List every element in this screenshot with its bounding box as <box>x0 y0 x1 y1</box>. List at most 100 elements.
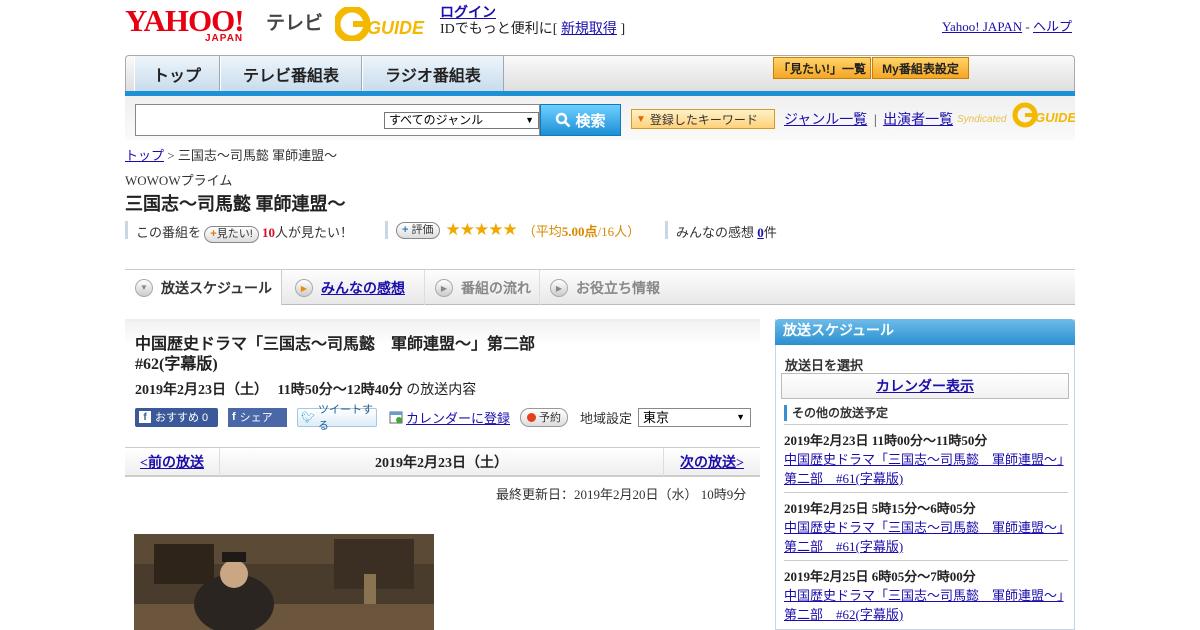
login-link[interactable]: ログイン <box>440 6 496 21</box>
svg-text:Syndicated: Syndicated <box>957 114 1007 125</box>
want-count: 10 <box>262 225 276 240</box>
facebook-recommend-button[interactable]: f おすすめ 0 <box>135 407 218 427</box>
calendar-icon <box>389 411 403 424</box>
broadcast-link[interactable]: 中国歴史ドラマ「三国志～司馬懿 軍師連盟～」第二部 #62(字幕版) <box>784 588 1064 622</box>
broadcast-time: 2019年2月25日 6時05分～7時00分 <box>784 569 976 584</box>
calendar-view-button[interactable]: カレンダー表示 <box>781 373 1069 399</box>
broadcast-time: 2019年2月23日 11時00分～11時50分 <box>784 433 988 448</box>
top-links: Yahoo! JAPAN - ヘルプ <box>942 16 1072 35</box>
signup-link[interactable]: 新規取得 <box>561 22 617 37</box>
performer-list-link[interactable]: 出演者一覧 <box>883 113 953 128</box>
registered-keywords-button[interactable]: ▼ 登録したキーワード <box>631 109 775 129</box>
tweet-button[interactable]: 🐦︎ ツイートする <box>297 404 377 432</box>
facebook-icon: f <box>232 411 236 423</box>
want-button[interactable]: +見たい! <box>204 226 259 243</box>
want-group: この番組を +見たい! 10人が見たい！ <box>136 222 353 243</box>
broadcast-pager: <前の放送 2019年2月23日（土） 次の放送> <box>125 447 760 477</box>
search-button[interactable]: 検索 <box>540 104 621 136</box>
chevron-down-icon: ▼ <box>736 411 746 422</box>
help-link[interactable]: ヘルプ <box>1033 19 1072 34</box>
rating-avg-score: 5.00点 <box>561 223 598 239</box>
japan-logo-text: JAPAN <box>205 33 244 44</box>
episode-time: 11時50分～12時40分 <box>277 383 403 398</box>
signup-close: ] <box>620 22 626 37</box>
want-suffix: 人が見たい！ <box>275 225 354 240</box>
nav-tab-top[interactable]: トップ <box>134 56 220 91</box>
tv-logo-label[interactable]: テレビ <box>266 8 323 35</box>
reviews-suffix: 件 <box>763 225 777 240</box>
triangle-down-icon: ▼ <box>636 113 646 125</box>
want-button-label: 見たい! <box>216 228 253 240</box>
episode-datetime: 2019年2月23日（土） 11時50分～12時40分 の放送内容 <box>135 379 476 399</box>
page-title: 三国志～司馬懿 軍師連盟～ <box>125 194 346 214</box>
breadcrumb-top-link[interactable]: トップ <box>125 148 164 163</box>
meta-separator <box>125 221 128 239</box>
current-broadcast-date: 2019年2月23日（土） <box>375 456 508 471</box>
genre-list-link[interactable]: ジャンル一覧 <box>784 113 867 128</box>
sidebar-title: 放送スケジュール <box>775 319 1075 345</box>
region-select[interactable]: 東京 ▼ <box>638 407 752 427</box>
svg-text:GUIDE: GUIDE <box>1035 110 1075 125</box>
episode-title: 中国歴史ドラマ「三国志～司馬懿 軍師連盟～」第二部 #62(字幕版) <box>135 336 536 373</box>
program-tabs: ▼ 放送スケジュール ▶ みんなの感想 ▶ 番組の流れ ▶ お役立ち情報 <box>125 269 1075 305</box>
reserve-button[interactable]: 予約 <box>520 407 569 427</box>
rating-stars: ★★★★★ <box>445 220 518 239</box>
episode-photo <box>134 534 434 630</box>
tab-program-flow-label: 番組の流れ <box>461 281 531 297</box>
search-icon <box>556 112 571 128</box>
facebook-share-button[interactable]: f シェア <box>228 407 287 427</box>
region-select-value: 東京 <box>643 409 670 425</box>
main-nav: トップ テレビ番組表 ラジオ番組表 「見たい!」一覧 My番組表設定 <box>125 55 1075 91</box>
record-icon <box>527 412 537 422</box>
genre-select[interactable]: すべてのジャンル ▼ <box>384 112 539 129</box>
want-list-button[interactable]: 「見たい!」一覧 <box>773 57 871 79</box>
rate-button[interactable]: + 評価 <box>396 221 440 239</box>
list-links-pipe: | <box>873 113 877 128</box>
rating-avg-label: （平均 <box>522 223 562 239</box>
calendar-register[interactable]: カレンダーに登録 <box>389 408 510 427</box>
registered-keywords-label: 登録したキーワード <box>649 112 758 127</box>
my-schedule-button[interactable]: My番組表設定 <box>872 57 969 79</box>
facebook-recommend-label: おすすめ 0 <box>155 412 209 424</box>
play-icon: ▶ <box>435 278 453 297</box>
share-row: f おすすめ 0 f シェア 🐦︎ ツイートする カレンダーに登録 予約 地域設… <box>135 404 752 432</box>
rating-avg-count: /16人） <box>597 223 641 239</box>
chevron-down-icon: ▼ <box>525 115 534 125</box>
next-broadcast-link[interactable]: 次の放送> <box>680 452 744 472</box>
region-label: 地域設定 <box>580 410 633 426</box>
broadcast-link[interactable]: 中国歴史ドラマ「三国志～司馬懿 軍師連盟～」第二部 #61(字幕版) <box>784 452 1064 486</box>
prev-broadcast-link[interactable]: <前の放送 <box>140 452 204 472</box>
program-meta-row: この番組を +見たい! 10人が見たい！ + 評価 ★★★★★ （平均 5.00点… <box>125 218 1075 243</box>
reviews-group: みんなの感想 0件 <box>676 222 777 241</box>
signup-text: IDでもっと便利に[ <box>440 22 558 37</box>
twitter-icon: 🐦︎ <box>301 411 315 424</box>
syndicated-gguide-logo: Syndicated GUIDE <box>957 100 1077 130</box>
breadcrumb: トップ > 三国志～司馬懿 軍師連盟～ <box>125 145 337 164</box>
tab-schedule[interactable]: ▼ 放送スケジュール <box>125 270 282 305</box>
nav-tab-radio-schedule[interactable]: ラジオ番組表 <box>362 56 504 91</box>
login-box: ログイン IDでもっと便利に[ 新規取得 ] <box>440 6 625 38</box>
breadcrumb-current: 三国志～司馬懿 軍師連盟～ <box>177 148 338 163</box>
schedule-sidebar: 放送スケジュール 放送日を選択 カレンダー表示 その他の放送予定 2019年2月… <box>775 319 1075 630</box>
meta-separator <box>665 221 668 239</box>
list-item: 2019年2月23日 11時00分～11時50分 中国歴史ドラマ「三国志～司馬懿… <box>784 424 1068 488</box>
tab-useful-info-label: お役立ち情報 <box>576 281 660 297</box>
gguide-logo[interactable]: GUIDE <box>333 5 433 43</box>
tab-reviews[interactable]: ▶ みんなの感想 <box>285 270 425 305</box>
plus-icon: + <box>402 223 409 236</box>
broadcast-link[interactable]: 中国歴史ドラマ「三国志～司馬懿 軍師連盟～」第二部 #61(字幕版) <box>784 520 1064 554</box>
genre-select-value: すべてのジャンル <box>389 113 484 127</box>
episode-suffix: の放送内容 <box>406 383 477 398</box>
facebook-icon: f <box>139 411 151 423</box>
select-date-label: 放送日を選択 <box>785 358 864 373</box>
yahoo-japan-link[interactable]: Yahoo! JAPAN <box>942 19 1022 34</box>
yahoo-japan-logo[interactable]: YAHOO! JAPAN <box>125 5 263 44</box>
episode-date: 2019年2月23日（土） <box>135 383 268 398</box>
search-button-label: 検索 <box>575 112 606 130</box>
breadcrumb-separator: > <box>167 148 175 163</box>
tab-program-flow[interactable]: ▶ 番組の流れ <box>425 270 540 305</box>
nav-tab-tv-schedule[interactable]: テレビ番組表 <box>220 56 362 91</box>
episode-header: 中国歴史ドラマ「三国志～司馬懿 軍師連盟～」第二部 #62(字幕版) 2019年… <box>125 319 760 447</box>
reserve-label: 予約 <box>539 412 562 424</box>
tab-useful-info[interactable]: ▶ お役立ち情報 <box>540 270 670 305</box>
